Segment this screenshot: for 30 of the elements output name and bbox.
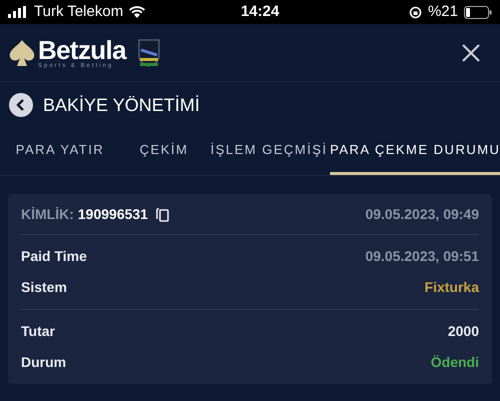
carrier-name: Turk Telekom (34, 2, 124, 22)
brand-name: Betzula (38, 36, 126, 62)
copy-icon (156, 206, 169, 222)
id-value: 190996531 (78, 204, 148, 224)
close-icon (462, 44, 480, 62)
field-value: 2000 (448, 322, 479, 341)
field-label: Paid Time (21, 247, 87, 266)
shield-badge-icon (136, 38, 162, 68)
field-value: 09.05.2023, 09:51 (365, 247, 479, 266)
wifi-icon (129, 6, 146, 18)
record-date: 09.05.2023, 09:49 (365, 204, 479, 224)
id-label: KİMLİK: (21, 204, 74, 224)
field-label: Sistem (21, 278, 67, 297)
tab[interactable]: ÇEKİM (120, 128, 208, 175)
signal-icon (8, 6, 28, 18)
field-value: Ödendi (430, 353, 479, 372)
tab[interactable]: İŞLEM GEÇMİŞİ (208, 128, 330, 175)
back-button[interactable] (9, 93, 33, 117)
field-label: Durum (21, 353, 66, 372)
tab[interactable]: PARA ÇEKME DURUMU (330, 128, 500, 175)
spade-logo-icon (8, 40, 36, 66)
field-value: Fixturka (424, 278, 479, 297)
tab[interactable]: PARA YATIR (0, 128, 120, 175)
field-label: Tutar (21, 322, 55, 341)
rotation-lock-icon (408, 6, 422, 18)
chevron-left-icon (16, 99, 26, 111)
page-title: BAKİYE YÖNETİMİ (43, 94, 200, 116)
battery-icon (464, 6, 492, 18)
clock-time: 14:24 (240, 2, 280, 22)
battery-percent: %21 (428, 2, 458, 22)
